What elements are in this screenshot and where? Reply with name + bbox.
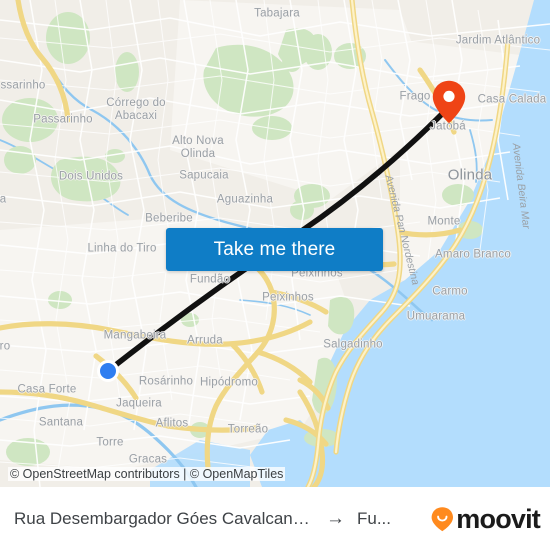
map-canvas[interactable]: Tabajara Jardim Atlântico ssarinho Córrego … <box>0 0 550 487</box>
moovit-wordmark: moovit <box>456 503 541 534</box>
map-pin-icon <box>432 80 466 124</box>
trip-destination-label: Fu... <box>357 509 392 528</box>
origin-marker[interactable] <box>97 360 119 382</box>
trip-footer-bar: Rua Desembargador Góes Cavalcante, 84 | … <box>0 487 550 550</box>
take-me-there-button[interactable]: Take me there <box>166 228 383 271</box>
arrow-right-icon: → <box>326 508 345 529</box>
moovit-route-screenshot: Tabajara Jardim Atlântico ssarinho Córrego … <box>0 0 550 550</box>
trip-summary: Rua Desembargador Góes Cavalcante, 84 | … <box>14 508 422 530</box>
destination-marker[interactable] <box>432 80 466 124</box>
trip-origin-label: Rua Desembargador Góes Cavalcante, 84 | … <box>14 509 314 528</box>
moovit-brand[interactable]: moovit <box>430 503 541 535</box>
moovit-pin-icon <box>431 507 454 532</box>
map-attribution[interactable]: © OpenStreetMap contributors | © OpenMap… <box>8 467 286 481</box>
